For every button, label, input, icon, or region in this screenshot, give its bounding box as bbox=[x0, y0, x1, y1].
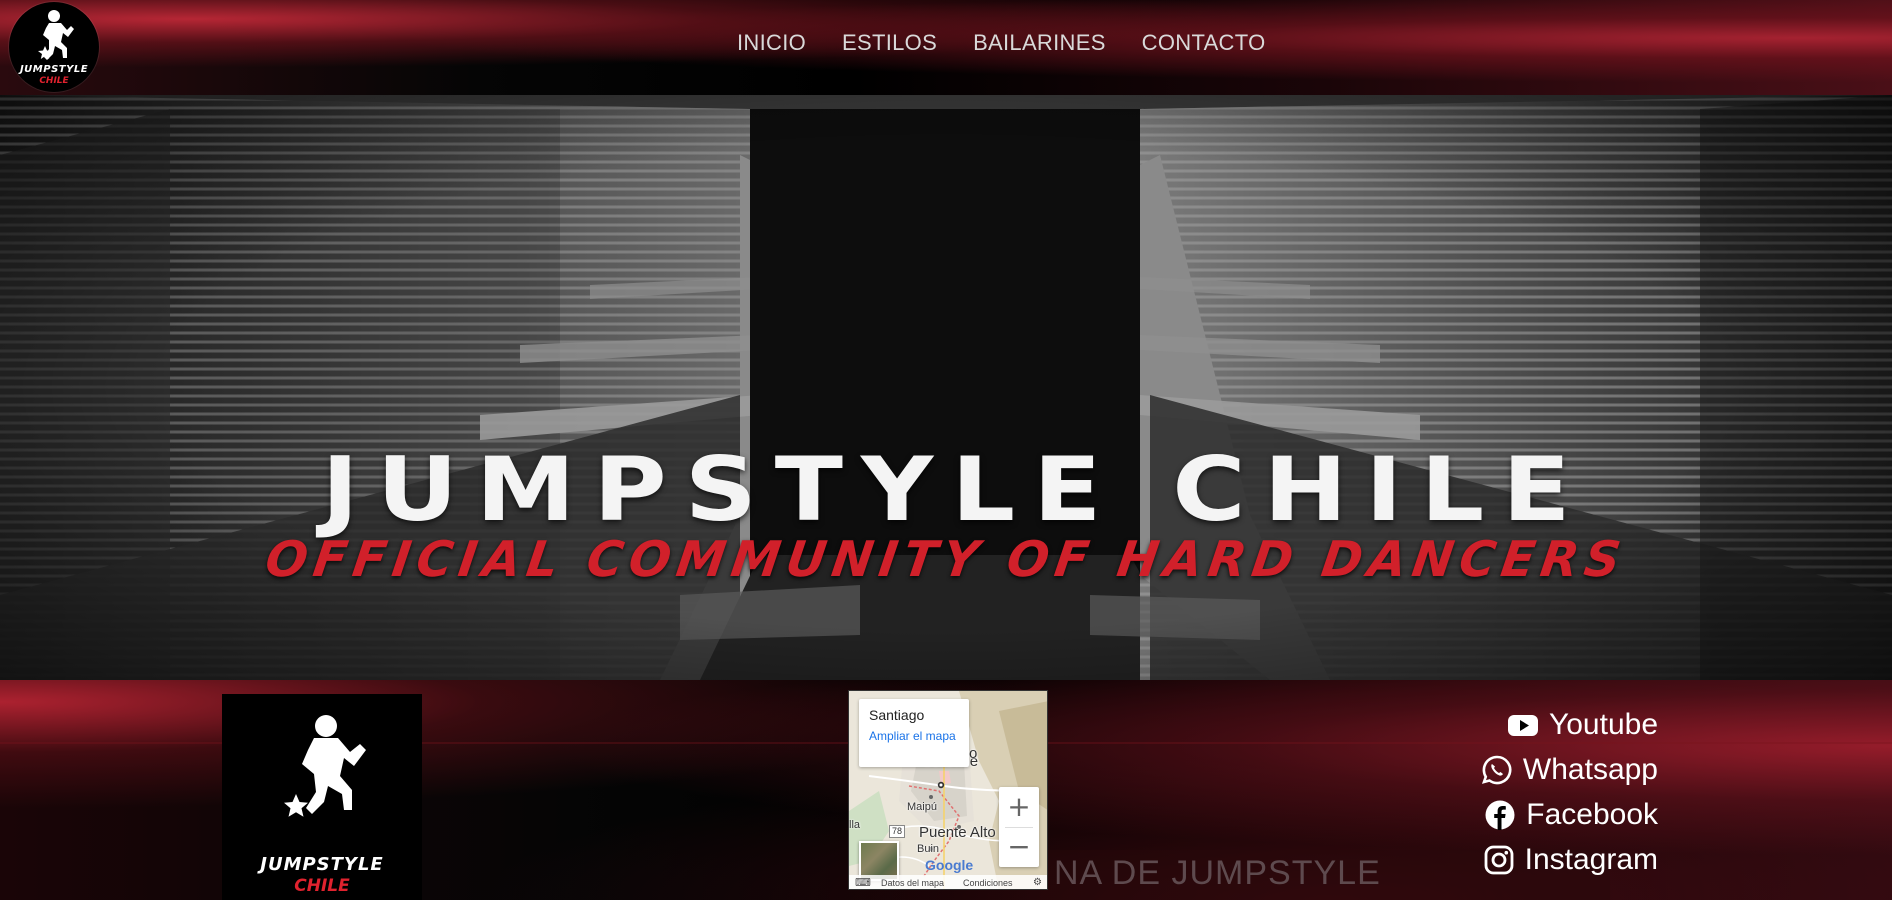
social-link-youtube[interactable]: Youtube bbox=[1507, 702, 1658, 747]
map-label-puente-alto: Puente Alto bbox=[919, 824, 996, 841]
social-links: Youtube Whatsapp Facebook Instagram bbox=[1481, 702, 1658, 882]
site-header: JUMPSTYLE CHILE INICIO ESTILOS BAILARINE… bbox=[0, 0, 1892, 95]
google-logo: Google bbox=[925, 857, 973, 873]
map-expand-link[interactable]: Ampliar el mapa bbox=[869, 729, 959, 743]
social-label-whatsapp: Whatsapp bbox=[1522, 752, 1658, 786]
instagram-icon bbox=[1484, 845, 1514, 874]
footer-logo-text-chile: CHILE bbox=[294, 876, 350, 896]
map-place-card: Santiago Ampliar el mapa bbox=[859, 699, 969, 767]
nav-item-bailarines[interactable]: BAILARINES bbox=[973, 30, 1106, 56]
map-label-maipu: Maipú bbox=[907, 801, 937, 813]
social-link-whatsapp[interactable]: Whatsapp bbox=[1481, 747, 1658, 792]
map-zoom-out-button[interactable]: − bbox=[999, 827, 1039, 867]
map-attribution-bar: ⌨ Datos del mapa Condiciones ⚙ bbox=[849, 875, 1047, 889]
google-logo-text: Google bbox=[925, 857, 974, 873]
map-terms-link[interactable]: Condiciones bbox=[963, 875, 1013, 889]
map-place-name: Santiago bbox=[869, 707, 925, 723]
settings-icon[interactable]: ⚙ bbox=[1033, 875, 1042, 889]
site-footer: JUMPSTYLE CHILE NA DE JUMPSTYLE de bbox=[0, 680, 1892, 900]
hero-subtitle: OFFICIAL COMMUNITY OF HARD DANCERS bbox=[261, 531, 1631, 588]
social-link-instagram[interactable]: Instagram bbox=[1483, 837, 1658, 882]
logo-text-chile: CHILE bbox=[39, 76, 69, 86]
youtube-icon bbox=[1507, 714, 1538, 736]
whatsapp-icon bbox=[1481, 755, 1512, 784]
nav-item-inicio[interactable]: INICIO bbox=[737, 30, 806, 56]
hero-background-image bbox=[0, 95, 1892, 680]
map-label-city-prefix: o bbox=[969, 745, 978, 762]
social-label-youtube: Youtube bbox=[1548, 707, 1658, 741]
hero-banner: JUMPSTYLE CHILE OFFICIAL COMMUNITY OF HA… bbox=[0, 95, 1892, 680]
social-link-facebook[interactable]: Facebook bbox=[1484, 792, 1658, 837]
hero-title: JUMPSTYLE CHILE bbox=[321, 438, 1589, 542]
map-zoom-controls: + − bbox=[999, 787, 1039, 867]
map-route-badge: 78 bbox=[889, 825, 906, 838]
nav-item-contacto[interactable]: CONTACTO bbox=[1142, 30, 1266, 56]
social-label-instagram: Instagram bbox=[1524, 842, 1658, 876]
facebook-icon bbox=[1485, 800, 1515, 830]
main-nav: INICIO ESTILOS BAILARINES CONTACTO bbox=[737, 30, 1265, 56]
footer-logo[interactable]: JUMPSTYLE CHILE bbox=[222, 694, 422, 900]
site-logo[interactable]: JUMPSTYLE CHILE bbox=[9, 2, 99, 92]
map-label-lla: lla bbox=[849, 819, 861, 831]
map-zoom-in-button[interactable]: + bbox=[999, 787, 1039, 827]
map-data-link[interactable]: Datos del mapa bbox=[881, 875, 944, 889]
map-label-buin: Buin bbox=[917, 843, 940, 855]
faded-heading-text: NA DE JUMPSTYLE bbox=[1054, 854, 1381, 892]
keyboard-icon[interactable]: ⌨ bbox=[855, 875, 871, 889]
logo-text-jumpstyle: JUMPSTYLE bbox=[19, 64, 89, 75]
social-label-facebook: Facebook bbox=[1526, 797, 1658, 831]
nav-item-estilos[interactable]: ESTILOS bbox=[842, 30, 937, 56]
embedded-map[interactable]: de Chile o Maipú Puente Alto Buin lla 78… bbox=[848, 690, 1048, 890]
footer-logo-text-jumpstyle: JUMPSTYLE bbox=[260, 854, 384, 875]
